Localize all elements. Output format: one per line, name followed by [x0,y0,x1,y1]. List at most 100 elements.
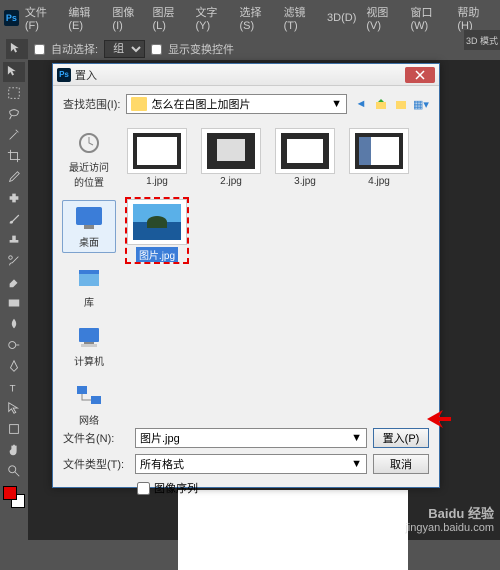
network-icon [73,382,105,410]
file-label: 2.jpg [220,176,242,187]
dialog-title: 置入 [75,67,405,83]
menu-3d[interactable]: 3D(D) [323,10,360,26]
path-tool[interactable] [3,398,25,418]
show-transform-label: 显示变换控件 [168,41,234,57]
close-button[interactable] [405,67,435,83]
eyedropper-tool[interactable] [3,167,25,187]
lookup-label: 查找范围(I): [63,96,120,112]
menu-window[interactable]: 窗口(W) [406,2,451,34]
folder-icon [131,97,147,111]
crop-tool[interactable] [3,146,25,166]
watermark-line2: jingyan.baidu.com [405,522,494,534]
gradient-tool[interactable] [3,293,25,313]
eraser-tool[interactable] [3,272,25,292]
filetype-field[interactable]: 所有格式▼ [135,454,367,474]
lasso-tool[interactable] [3,104,25,124]
dialog-bottom: 文件名(N): 图片.jpg▼ 置入(P) 文件类型(T): 所有格式▼ 取消 … [53,422,439,502]
menu-type[interactable]: 文字(Y) [191,2,233,34]
zoom-tool[interactable] [3,461,25,481]
up-icon[interactable] [373,96,389,112]
file-grid: 1.jpg 2.jpg 3.jpg 4.jpg 图片.jpg [117,122,431,414]
computer-icon [73,323,105,351]
lookup-value: 怎么在白图上加图片 [151,96,250,112]
options-bar: 自动选择: 组 显示变换控件 [0,36,500,63]
filename-value: 图片.jpg [140,430,180,446]
lookup-dropdown[interactable]: 怎么在白图上加图片 ▼ [126,94,347,114]
sidebar-recent[interactable]: 最近访问的位置 [62,126,116,192]
menu-filter[interactable]: 滤镜(T) [280,2,321,34]
sidebar-desktop[interactable]: 桌面 [62,200,116,253]
menu-image[interactable]: 图像(I) [108,2,146,34]
auto-select-dropdown[interactable]: 组 [104,40,145,58]
move-tool[interactable] [3,62,25,82]
blur-tool[interactable] [3,314,25,334]
right-panel-3d[interactable]: 3D 模式 [464,30,500,50]
menubar: Ps 文件(F) 编辑(E) 图像(I) 图层(L) 文字(Y) 选择(S) 滤… [0,0,500,36]
desktop-icon [73,204,105,232]
menu-edit[interactable]: 编辑(E) [64,2,106,34]
stamp-tool[interactable] [3,230,25,250]
auto-select-checkbox[interactable] [34,44,45,55]
file-label: 3.jpg [294,176,316,187]
watermark-line1: Baidu 经验 [405,503,494,522]
sidebar-computer[interactable]: 计算机 [62,320,116,371]
color-swatches[interactable] [3,486,25,508]
file-label: 1.jpg [146,176,168,187]
history-brush-tool[interactable] [3,251,25,271]
recent-icon [73,129,105,157]
foreground-color-swatch[interactable] [3,486,17,500]
auto-select-label: 自动选择: [51,41,98,57]
sidebar-network[interactable]: 网络 [62,379,116,430]
wand-tool[interactable] [3,125,25,145]
libraries-icon [73,264,105,292]
dialog-titlebar: Ps 置入 [53,64,439,86]
place-button[interactable]: 置入(P) [373,428,429,448]
menu-select[interactable]: 选择(S) [236,2,278,34]
cancel-button[interactable]: 取消 [373,454,429,474]
menu-layer[interactable]: 图层(L) [149,2,190,34]
new-folder-icon[interactable] [393,96,409,112]
lookup-row: 查找范围(I): 怎么在白图上加图片 ▼ ◄ ▦▾ [53,86,439,122]
watermark: Baidu 经验 jingyan.baidu.com [405,503,494,534]
image-sequence-checkbox[interactable] [137,482,150,495]
dialog-body: 最近访问的位置 桌面 库 计算机 网络 1 [53,122,439,422]
svg-text:T: T [10,383,16,394]
file-label: 图片.jpg [136,247,178,262]
sidebar-item-label: 最近访问的位置 [65,159,113,189]
show-transform-checkbox[interactable] [151,44,162,55]
filename-field[interactable]: 图片.jpg▼ [135,428,367,448]
view-icon[interactable]: ▦▾ [413,96,429,112]
type-tool[interactable]: T [3,377,25,397]
pen-tool[interactable] [3,356,25,376]
filename-label: 文件名(N): [63,430,129,446]
file-item[interactable]: 4.jpg [347,126,411,189]
places-sidebar: 最近访问的位置 桌面 库 计算机 网络 [61,122,117,414]
marquee-tool[interactable] [3,83,25,103]
place-dialog: Ps 置入 查找范围(I): 怎么在白图上加图片 ▼ ◄ ▦▾ 最近访问的位置 … [52,63,440,488]
ps-icon: Ps [4,10,19,26]
move-tool-indicator [6,39,28,59]
sidebar-libraries[interactable]: 库 [62,261,116,312]
menu-file[interactable]: 文件(F) [21,2,62,34]
shape-tool[interactable] [3,419,25,439]
menu-view[interactable]: 视图(V) [362,2,404,34]
sidebar-item-label: 桌面 [79,234,99,249]
file-item[interactable]: 3.jpg [273,126,337,189]
hand-tool[interactable] [3,440,25,460]
filetype-value: 所有格式 [140,456,184,472]
toolbox: T [0,60,28,510]
back-icon[interactable]: ◄ [353,96,369,112]
ps-icon: Ps [57,68,71,82]
image-sequence-label: 图像序列 [154,480,198,496]
brush-tool[interactable] [3,209,25,229]
dodge-tool[interactable] [3,335,25,355]
filetype-label: 文件类型(T): [63,456,129,472]
heal-tool[interactable] [3,188,25,208]
file-item[interactable]: 2.jpg [199,126,263,189]
sidebar-item-label: 库 [84,294,94,309]
sidebar-item-label: 网络 [79,412,99,427]
file-item-selected[interactable]: 图片.jpg [125,197,189,264]
canvas[interactable] [178,490,408,570]
file-item[interactable]: 1.jpg [125,126,189,189]
file-label: 4.jpg [368,176,390,187]
